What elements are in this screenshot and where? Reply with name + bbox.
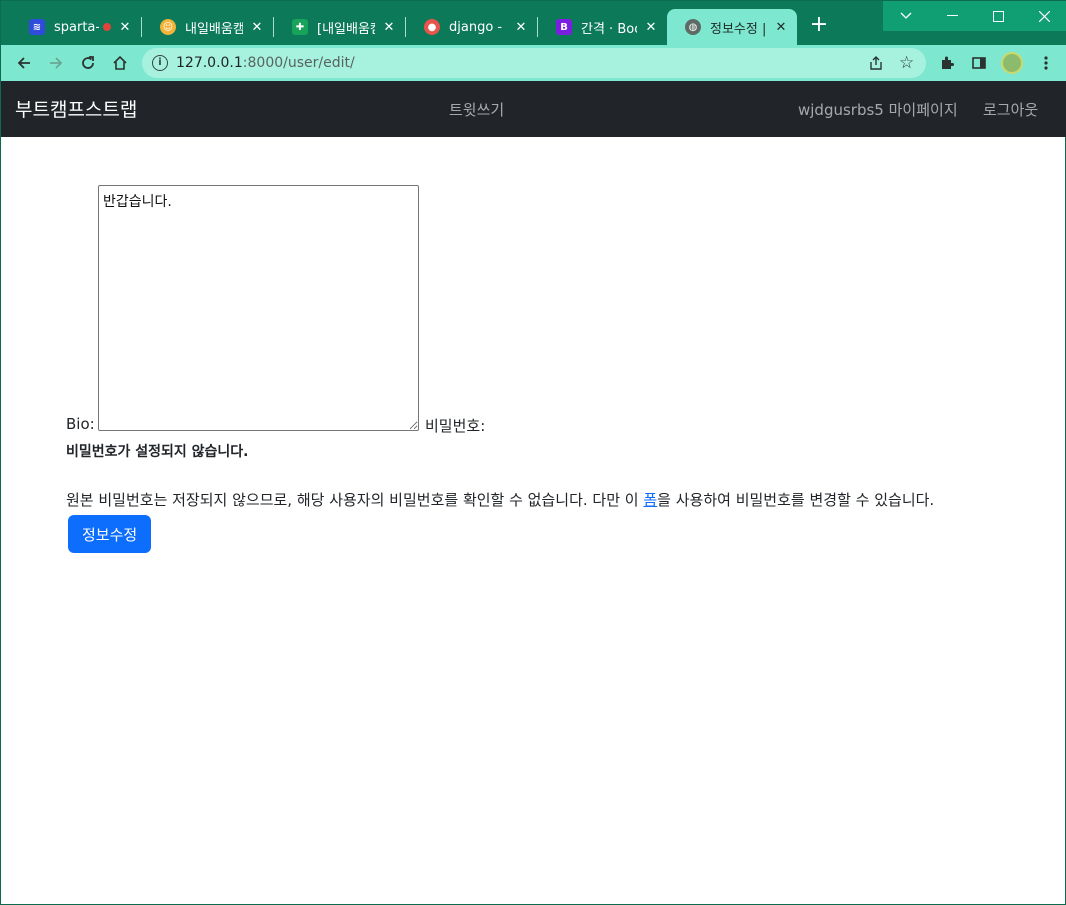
close-icon[interactable]: ✕ xyxy=(643,20,659,35)
home-icon[interactable] xyxy=(108,51,132,75)
tab-label: sparta-m xyxy=(54,19,99,35)
recording-dot-icon xyxy=(103,23,111,31)
bookmark-star-icon[interactable]: ☆ xyxy=(899,53,914,73)
tab-label: 정보수정 | b xyxy=(710,21,767,37)
browser-tab-2[interactable]: ☺ 내일배움캠프 ✕ xyxy=(142,9,273,45)
browser-tab-strip: ≋ sparta-m ✕ ☺ 내일배움캠프 ✕ ✚ [내일배움캠 ✕ ● dja… xyxy=(1,1,1066,45)
help-text-after: 을 사용하여 비밀번호를 변경할 수 있습니다. xyxy=(657,491,935,509)
browser-tab-3[interactable]: ✚ [내일배움캠 ✕ xyxy=(274,9,405,45)
password-change-form-link[interactable]: 폼 xyxy=(643,491,657,509)
url-path: :8000/user/edit/ xyxy=(242,55,355,71)
tab-label: 내일배움캠프 xyxy=(185,21,243,37)
bio-label: Bio: xyxy=(66,415,95,433)
password-label: 비밀번호: xyxy=(425,417,486,435)
chevron-down-icon[interactable] xyxy=(883,1,929,31)
bootstrap-icon: B xyxy=(556,19,572,35)
profile-avatar[interactable] xyxy=(1000,51,1024,75)
close-icon[interactable]: ✕ xyxy=(773,20,789,35)
close-icon[interactable]: ✕ xyxy=(381,20,397,35)
submit-edit-button[interactable]: 정보수정 xyxy=(68,515,152,553)
logout-link[interactable]: 로그아웃 xyxy=(983,99,1038,120)
info-icon[interactable]: i xyxy=(152,55,168,71)
password-status: 비밀번호가 설정되지 않습니다. xyxy=(66,444,249,460)
new-tab-icon[interactable]: + xyxy=(809,14,829,36)
maximize-icon[interactable] xyxy=(975,1,1021,31)
share-icon[interactable] xyxy=(868,55,884,75)
password-help-text: 원본 비밀번호는 저장되지 않으므로, 해당 사용자의 비밀번호를 확인할 수 … xyxy=(66,486,1011,553)
back-icon[interactable] xyxy=(12,51,36,75)
side-panel-icon[interactable] xyxy=(967,51,991,75)
forward-icon[interactable] xyxy=(44,51,68,75)
help-text-before: 원본 비밀번호는 저장되지 않으므로, 해당 사용자의 비밀번호를 확인할 수 … xyxy=(66,491,644,509)
close-icon[interactable]: ✕ xyxy=(513,20,529,35)
sparta-icon: ≋ xyxy=(29,19,45,35)
window-close-icon[interactable] xyxy=(1021,1,1066,31)
url-text[interactable]: 127.0.0.1:8000/user/edit/ xyxy=(176,55,355,71)
url-host: 127.0.0.1 xyxy=(176,55,243,71)
extensions-icon[interactable] xyxy=(935,51,959,75)
menu-icon[interactable] xyxy=(1034,51,1058,75)
browser-toolbar: i 127.0.0.1:8000/user/edit/ ☆ xyxy=(1,45,1066,81)
reload-icon[interactable] xyxy=(76,51,100,75)
smiley-icon: ☺ xyxy=(160,19,176,35)
django-icon: ● xyxy=(424,19,440,35)
browser-tab-1[interactable]: ≋ sparta-m ✕ xyxy=(11,9,141,45)
globe-icon: ◍ xyxy=(685,19,701,35)
tab-label: 간격 · Bootst xyxy=(581,21,637,37)
minimize-icon[interactable] xyxy=(929,1,975,31)
brand-link[interactable]: 부트캠프스트랩 xyxy=(15,95,137,122)
green-sheet-icon: ✚ xyxy=(292,19,308,35)
tab-label: [내일배움캠 xyxy=(317,21,375,37)
address-bar[interactable]: i 127.0.0.1:8000/user/edit/ ☆ xyxy=(142,48,926,78)
mypage-link[interactable]: wjdgusrbs5 마이페이지 xyxy=(798,99,958,120)
site-navbar: 부트캠프스트랩 트윗쓰기 wjdgusrbs5 마이페이지 로그아웃 xyxy=(1,81,1066,137)
close-icon[interactable]: ✕ xyxy=(117,20,133,35)
browser-tab-active[interactable]: ◍ 정보수정 | b ✕ xyxy=(667,9,797,45)
tab-label: django - url xyxy=(449,19,507,35)
browser-tab-5[interactable]: B 간격 · Bootst ✕ xyxy=(538,9,667,45)
close-icon[interactable]: ✕ xyxy=(249,20,265,35)
write-tweet-link[interactable]: 트윗쓰기 xyxy=(449,99,504,120)
browser-tab-4[interactable]: ● django - url ✕ xyxy=(406,9,537,45)
bio-textarea[interactable]: 반갑습니다. xyxy=(98,185,419,431)
